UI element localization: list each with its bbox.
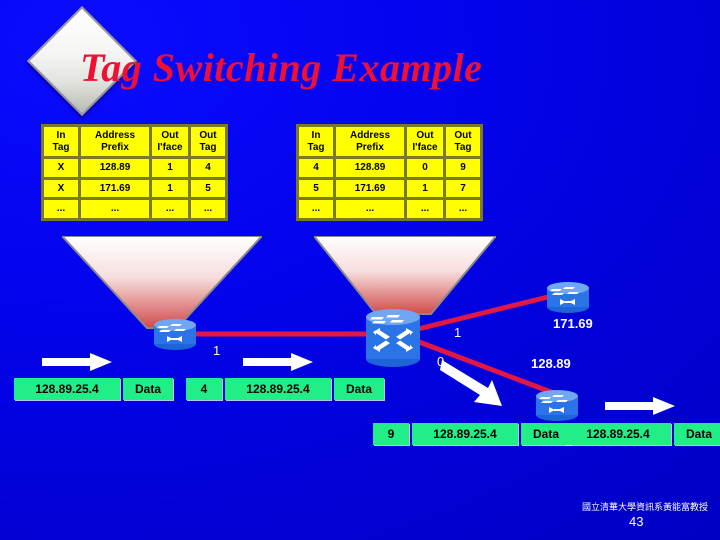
cell-out-tag: 9 [446, 159, 480, 177]
packet-field-data: Data [123, 378, 173, 400]
header-out-tag: Out Tag [191, 127, 225, 156]
header-line-2: I'face [412, 141, 438, 153]
cell-out-tag: 5 [191, 179, 225, 197]
header-line-2: Tag [199, 141, 217, 153]
router-171[interactable] [545, 280, 591, 314]
packet-1: 128.89.25.4 Data [14, 378, 173, 400]
cell-prefix: 128.89 [336, 159, 404, 177]
packet-field-data: Data [674, 423, 720, 445]
cell-out-tag: ... [446, 200, 480, 218]
table-header-row: In Tag Address Prefix Out I'face Out Tag [44, 127, 225, 156]
header-line-2: Tag [52, 141, 70, 153]
cell-out-iface: 0 [407, 159, 443, 177]
header-line-1: In [311, 130, 321, 141]
right-tag-table: In Tag Address Prefix Out I'face Out Tag [296, 124, 483, 221]
header-line-1: Out [161, 130, 179, 141]
cell-out-iface: 1 [407, 179, 443, 197]
router-128[interactable] [534, 388, 580, 422]
network-label-128: 128.89 [531, 356, 571, 371]
slide-canvas: Tag Switching Example In Tag Address Pre… [0, 0, 720, 540]
funnel-right-table-to-router [314, 236, 496, 316]
cell-out-iface: ... [152, 200, 188, 218]
cell-in-tag: 4 [299, 159, 333, 177]
cell-out-tag: 4 [191, 159, 225, 177]
table-row: 4 128.89 0 9 [299, 159, 480, 177]
flow-arrow-1 [42, 352, 114, 372]
header-line-2: Tag [307, 141, 325, 153]
header-line-1: Address [349, 130, 390, 141]
table-row: ... ... ... ... [299, 200, 480, 218]
page-number: 43 [629, 514, 644, 529]
cell-prefix: 171.69 [336, 179, 404, 197]
packet-field-data: Data [334, 378, 384, 400]
cell-in-tag: X [44, 159, 78, 177]
table-row: 5 171.69 1 7 [299, 179, 480, 197]
packet-field-data: Data [521, 423, 571, 445]
packet-field-tag: 9 [373, 423, 409, 445]
cell-out-iface: 1 [152, 179, 188, 197]
cell-in-tag: 5 [299, 179, 333, 197]
footer-credit: 國立清華大學資訊系黃能富教授 [581, 502, 708, 512]
cell-prefix: ... [336, 200, 404, 218]
header-in-tag: In Tag [299, 127, 333, 156]
header-out-iface: Out I'face [152, 127, 188, 156]
cell-in-tag: ... [44, 200, 78, 218]
iface-label-left-1: 1 [213, 343, 221, 358]
header-address-prefix: Address Prefix [336, 127, 404, 156]
page-title: Tag Switching Example [80, 45, 483, 90]
header-line-2: Prefix [101, 141, 129, 153]
flow-arrow-3 [440, 358, 518, 414]
header-line-2: Prefix [356, 141, 384, 153]
packet-2: 4 128.89.25.4 Data [186, 378, 384, 400]
header-line-1: Address [94, 130, 135, 141]
cell-out-tag: ... [191, 200, 225, 218]
left-tag-table: In Tag Address Prefix Out I'face Out Tag [41, 124, 228, 221]
header-line-2: I'face [157, 141, 183, 153]
header-line-1: Out [416, 130, 434, 141]
router-left[interactable] [152, 317, 198, 351]
cell-out-iface: 1 [152, 159, 188, 177]
packet-field-address: 128.89.25.4 [225, 378, 331, 400]
header-in-tag: In Tag [44, 127, 78, 156]
network-label-171: 171.69 [553, 316, 593, 331]
cell-prefix: 128.89 [81, 159, 149, 177]
cell-prefix: ... [81, 200, 149, 218]
header-out-tag: Out Tag [446, 127, 480, 156]
header-line-1: In [56, 130, 66, 141]
packet-field-tag: 4 [186, 378, 222, 400]
packet-3: 9 128.89.25.4 Data [373, 423, 571, 445]
header-address-prefix: Address Prefix [81, 127, 149, 156]
header-line-1: Out [199, 130, 217, 141]
cell-in-tag: ... [299, 200, 333, 218]
packet-field-address: 128.89.25.4 [565, 423, 671, 445]
table-row: ... ... ... ... [44, 200, 225, 218]
cell-out-iface: ... [407, 200, 443, 218]
flow-arrow-4 [605, 396, 677, 416]
header-line-1: Out [454, 130, 472, 141]
packet-field-address: 128.89.25.4 [14, 378, 120, 400]
header-line-2: Tag [454, 141, 472, 153]
table-row: X 171.69 1 5 [44, 179, 225, 197]
packet-field-address: 128.89.25.4 [412, 423, 518, 445]
table-row: X 128.89 1 4 [44, 159, 225, 177]
cell-prefix: 171.69 [81, 179, 149, 197]
packet-4: 128.89.25.4 Data [565, 423, 720, 445]
table-header-row: In Tag Address Prefix Out I'face Out Tag [299, 127, 480, 156]
flow-arrow-2 [243, 352, 315, 372]
cell-out-tag: 7 [446, 179, 480, 197]
iface-label-core-1: 1 [454, 325, 462, 340]
router-core[interactable] [364, 306, 422, 368]
cell-in-tag: X [44, 179, 78, 197]
header-out-iface: Out I'face [407, 127, 443, 156]
